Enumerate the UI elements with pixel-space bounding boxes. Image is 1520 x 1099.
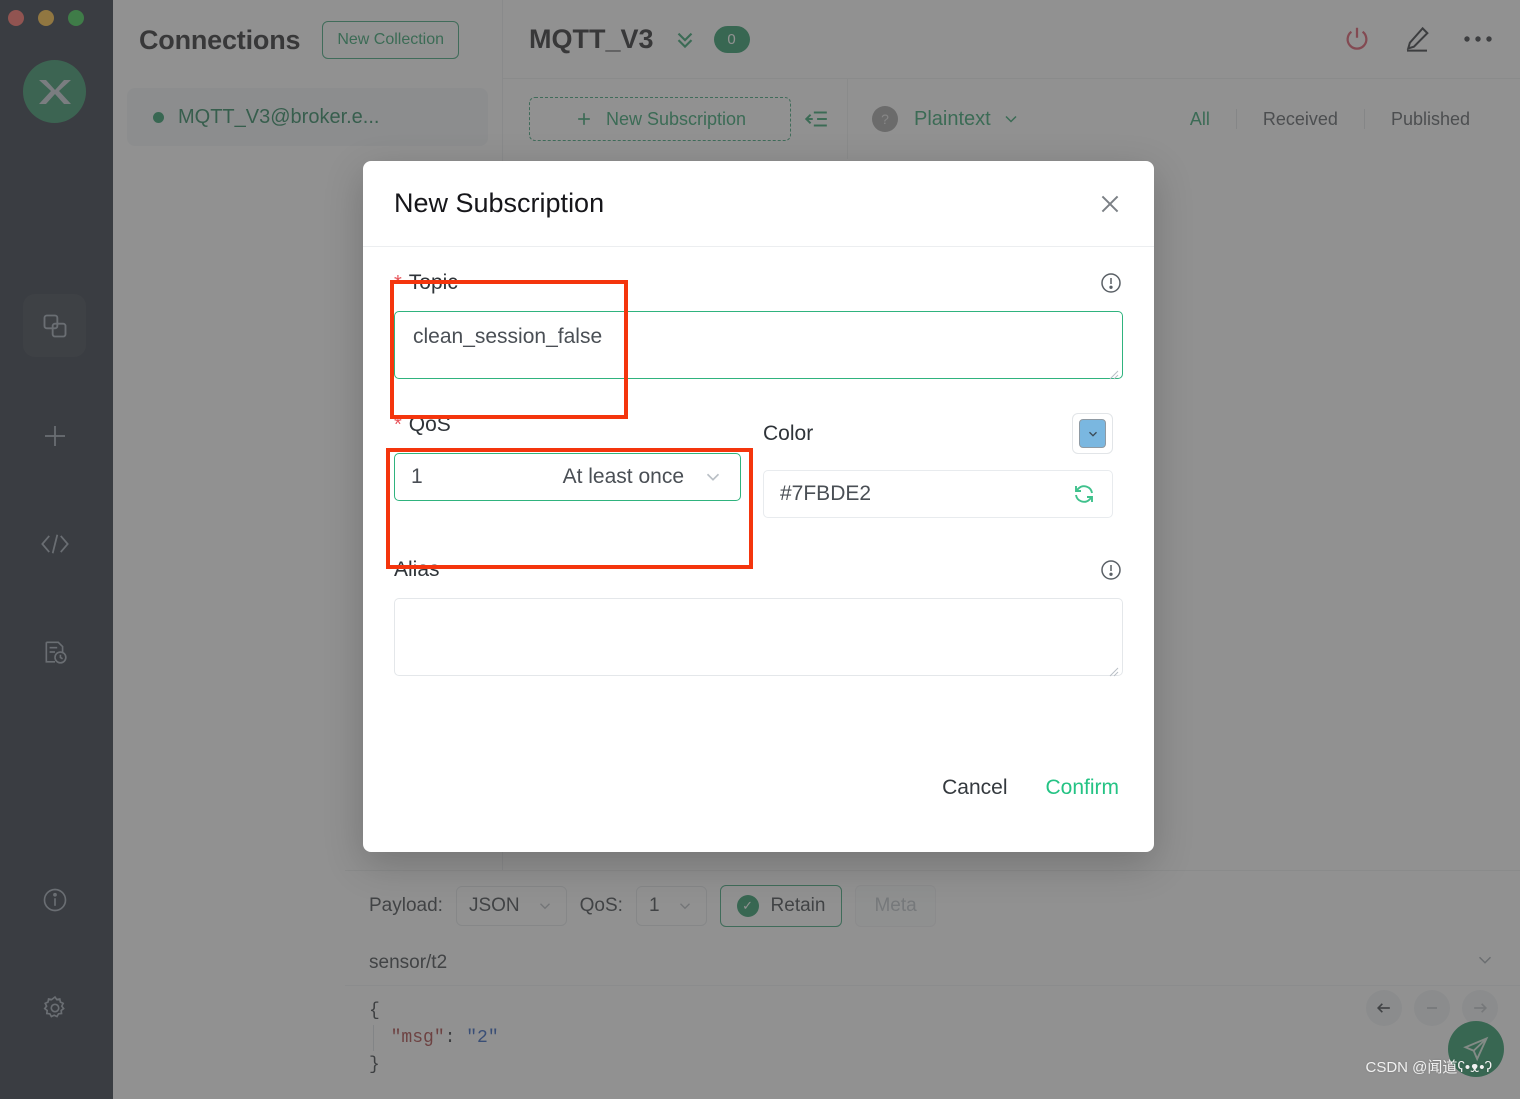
alias-label: Alias	[394, 558, 440, 582]
watermark: CSDN @闻道ʕ•ᴥ•ʔ	[1365, 1056, 1492, 1077]
resize-grip[interactable]	[1105, 659, 1119, 673]
qos-label: QoS	[409, 413, 451, 437]
exclamation-circle-icon[interactable]	[1099, 271, 1123, 295]
qos-select[interactable]: 1 At least once	[394, 453, 741, 501]
color-value: #7FBDE2	[780, 482, 871, 506]
color-label: Color	[763, 422, 813, 446]
color-label-row: Color	[763, 413, 1113, 454]
new-subscription-dialog: New Subscription * Topic	[363, 161, 1154, 852]
required-asterisk: *	[394, 273, 402, 293]
dialog-title: New Subscription	[394, 188, 604, 219]
close-icon[interactable]	[1097, 191, 1123, 217]
exclamation-circle-icon[interactable]	[1099, 558, 1123, 582]
color-picker-button[interactable]	[1072, 413, 1113, 454]
alias-label-row: Alias	[394, 558, 1123, 582]
qos-value: 1	[411, 465, 423, 489]
dialog-header: New Subscription	[363, 161, 1154, 247]
topic-field: * Topic clean_session_false	[394, 271, 1123, 379]
required-asterisk: *	[394, 415, 402, 435]
dialog-body: * Topic clean_session_false	[363, 247, 1154, 742]
qos-label-row: * QoS	[394, 413, 741, 437]
color-field: Color #7FBDE2	[763, 413, 1113, 518]
cancel-button[interactable]: Cancel	[942, 776, 1007, 800]
qos-field: * QoS 1 At least once	[394, 413, 741, 518]
topic-value: clean_session_false	[413, 325, 602, 348]
qos-color-row: * QoS 1 At least once Color	[394, 413, 1123, 518]
confirm-button[interactable]: Confirm	[1045, 776, 1119, 800]
color-input[interactable]: #7FBDE2	[763, 470, 1113, 518]
qos-value-text: At least once	[563, 465, 684, 489]
alias-input[interactable]	[394, 598, 1123, 676]
dialog-footer: Cancel Confirm	[363, 742, 1154, 852]
topic-label-row: * Topic	[394, 271, 1123, 295]
refresh-icon[interactable]	[1072, 482, 1096, 506]
topic-input[interactable]: clean_session_false	[394, 311, 1123, 379]
topic-label: Topic	[409, 271, 458, 295]
alias-field: Alias	[394, 558, 1123, 676]
chevron-down-icon	[702, 466, 724, 488]
resize-grip[interactable]	[1105, 362, 1119, 376]
color-swatch	[1079, 419, 1106, 448]
